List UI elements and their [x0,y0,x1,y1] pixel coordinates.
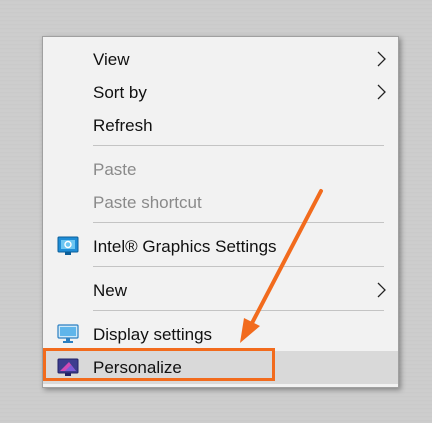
menu-item-intel-graphics-settings[interactable]: Intel® Graphics Settings [43,230,398,263]
menu-item-paste: Paste [43,153,398,186]
chevron-right-icon [377,282,386,298]
menu-separator [93,222,384,223]
menu-item-label: View [93,49,130,69]
menu-item-paste-shortcut: Paste shortcut [43,186,398,219]
menu-item-label: Display settings [93,324,213,344]
menu-item-label: Paste [93,159,137,179]
menu-item-label: New [93,280,128,300]
menu-item-sort-by[interactable]: Sort by [43,76,398,109]
menu-separator [93,310,384,311]
menu-separator [93,145,384,146]
menu-item-label: Refresh [93,115,153,135]
menu-item-label: Intel® Graphics Settings [93,236,277,256]
menu-item-new[interactable]: New [43,274,398,307]
menu-item-display-settings[interactable]: Display settings [43,318,398,351]
chevron-right-icon [377,51,386,67]
menu-item-label: Paste shortcut [93,192,202,212]
menu-item-view[interactable]: View [43,43,398,76]
chevron-right-icon [377,84,386,100]
intel-graphics-icon [57,236,79,255]
desktop-context-menu: View Sort by Refresh Paste Paste shortcu… [42,36,399,388]
personalize-icon [57,358,79,376]
menu-item-label: Personalize [93,357,182,377]
menu-item-label: Sort by [93,82,147,102]
menu-item-personalize[interactable]: Personalize [43,351,398,384]
display-monitor-icon [57,324,79,343]
menu-item-refresh[interactable]: Refresh [43,109,398,142]
menu-separator [93,266,384,267]
